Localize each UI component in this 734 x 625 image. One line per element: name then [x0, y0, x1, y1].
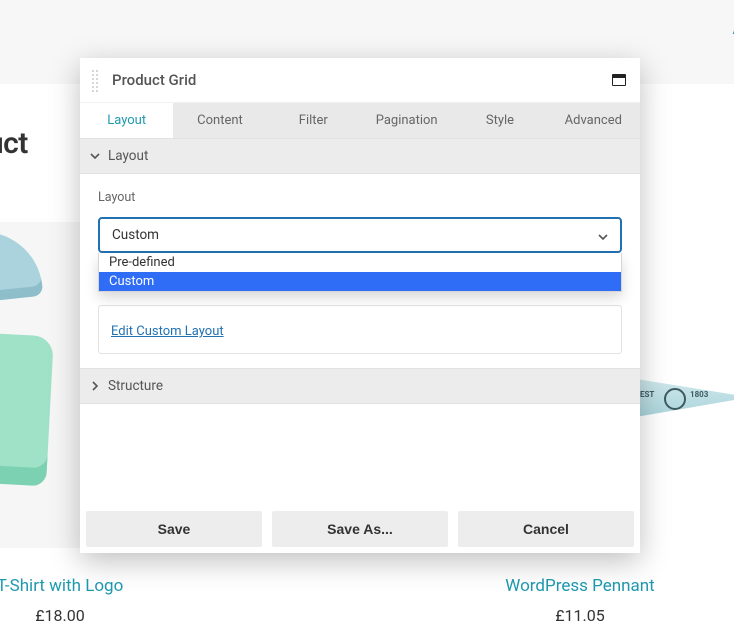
modal-footer: Save Save As... Cancel: [80, 511, 640, 553]
option-predefined[interactable]: Pre-defined: [99, 253, 621, 272]
page-title-fragment: oduct: [0, 126, 28, 161]
tab-pagination[interactable]: Pagination: [360, 103, 453, 138]
modal-tabs: Layout Content Filter Pagination Style A…: [80, 102, 640, 138]
pennant-illustration: EST 1803: [630, 378, 734, 418]
layout-extra-box: Edit Custom Layout: [98, 305, 622, 354]
modal-title: Product Grid: [112, 71, 602, 89]
section-layout-header[interactable]: Layout: [80, 138, 640, 174]
layout-select-value: Custom: [112, 227, 159, 243]
tab-layout[interactable]: Layout: [80, 103, 173, 138]
section-structure-label: Structure: [108, 378, 163, 394]
chevron-down-icon: [598, 230, 608, 240]
option-custom[interactable]: Custom: [99, 272, 621, 291]
tab-content[interactable]: Content: [173, 103, 266, 138]
shirt-illustration: [0, 328, 54, 487]
section-structure-header[interactable]: Structure: [80, 368, 640, 404]
save-as-button[interactable]: Save As...: [272, 511, 448, 547]
tab-style[interactable]: Style: [453, 103, 546, 138]
layout-select-wrap: Custom Pre-defined Custom: [98, 217, 622, 253]
window-icon[interactable]: [612, 74, 626, 86]
product-title[interactable]: WordPress Pennant: [505, 576, 654, 596]
tab-filter[interactable]: Filter: [267, 103, 360, 138]
drag-handle-icon[interactable]: [88, 68, 102, 92]
modal-panel: Layout Layout Custom Pre-defined Custom …: [80, 138, 640, 553]
cancel-button[interactable]: Cancel: [458, 511, 634, 547]
product-price: £11.05: [555, 606, 605, 625]
save-button[interactable]: Save: [86, 511, 262, 547]
beanie-illustration: [0, 226, 43, 308]
section-layout-body: Layout Custom Pre-defined Custom Edit Cu…: [80, 174, 640, 354]
pennant-right-text: 1803: [690, 390, 708, 399]
chevron-right-icon: [90, 381, 100, 391]
modal-header[interactable]: Product Grid: [80, 58, 640, 102]
edit-custom-layout-link[interactable]: Edit Custom Layout: [111, 324, 224, 339]
layout-field-label: Layout: [98, 190, 622, 205]
pennant-left-text: EST: [640, 390, 654, 399]
section-layout-label: Layout: [108, 148, 148, 164]
product-title[interactable]: T-Shirt with Logo: [0, 576, 123, 596]
layout-select[interactable]: Custom: [98, 217, 622, 253]
product-grid-modal: Product Grid Layout Content Filter Pagin…: [80, 58, 640, 553]
tab-advanced[interactable]: Advanced: [547, 103, 640, 138]
chevron-down-icon: [90, 151, 100, 161]
product-price: £18.00: [35, 606, 85, 625]
layout-select-options: Pre-defined Custom: [98, 253, 622, 292]
